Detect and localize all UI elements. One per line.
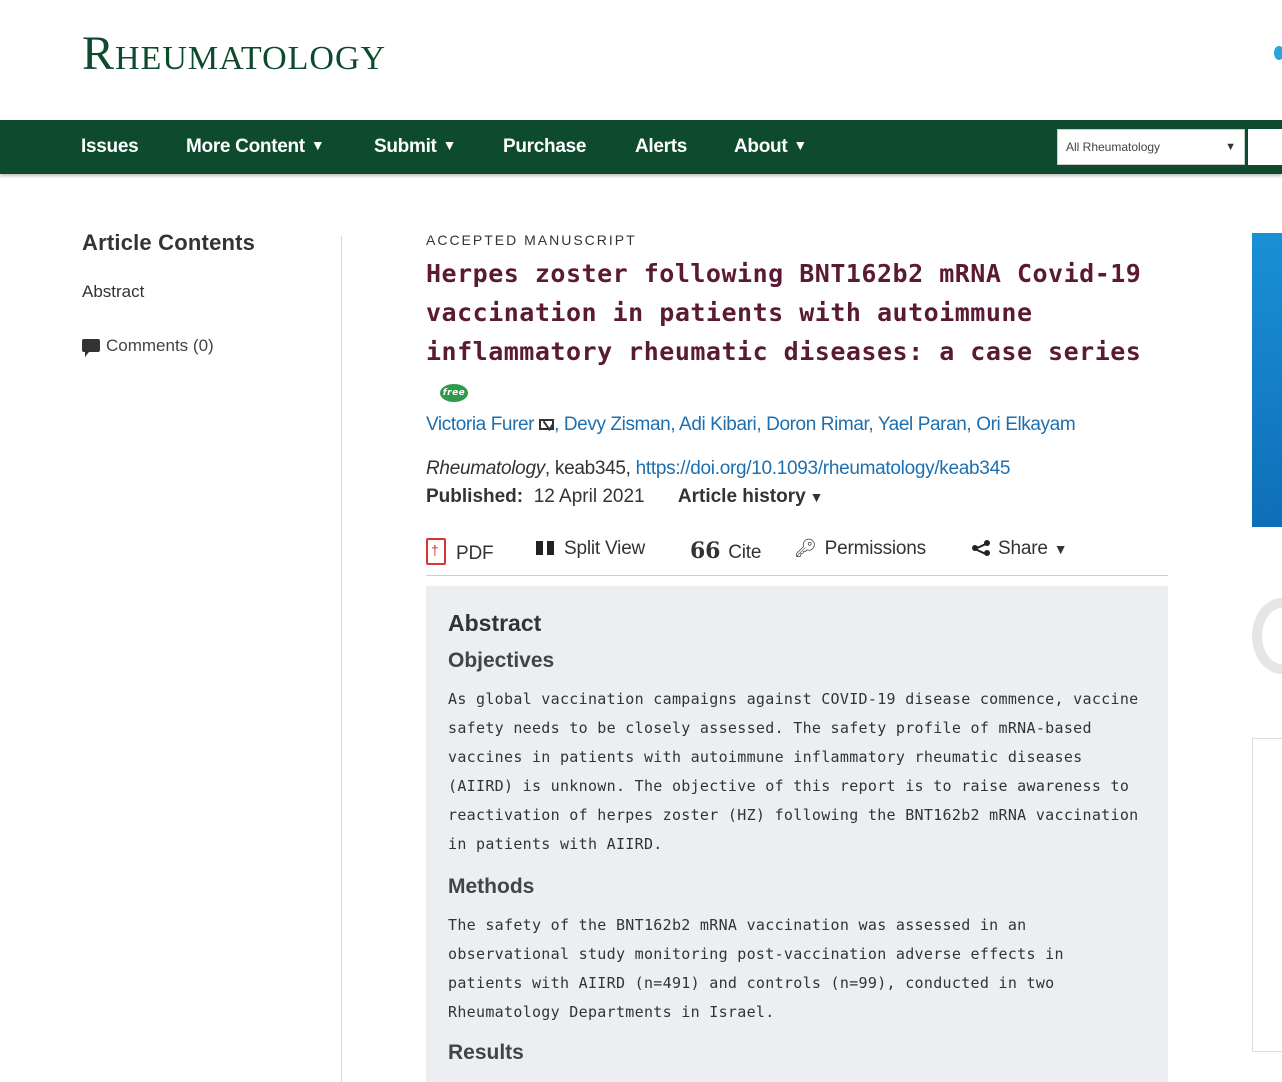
permissions-label: Permissions <box>824 538 926 559</box>
history-label: Article history <box>677 486 806 507</box>
free-access-icon: free <box>440 384 468 402</box>
sidebar-item-abstract[interactable]: Abstract <box>82 282 144 302</box>
results-heading: Results <box>448 1041 524 1064</box>
objectives-heading: Objectives <box>448 649 555 672</box>
cite-button[interactable]: 66 Cite <box>690 538 761 564</box>
pdf-button[interactable]: PDF <box>426 538 494 565</box>
nav-alerts[interactable]: Alerts <box>635 120 687 174</box>
mail-icon[interactable] <box>539 419 555 430</box>
publication-info: Published: 12 April 2021 Article history… <box>426 486 1171 508</box>
split-view-label: Split View <box>564 538 646 559</box>
objectives-text: As global vaccination campaigns against … <box>448 690 1139 853</box>
caret-down-icon: ▼ <box>809 489 824 505</box>
sidebar-title: Article Contents <box>82 230 256 255</box>
article-contents-sidebar: Article Contents Abstract Comments (0) <box>82 230 322 357</box>
published-date: 12 April 2021 <box>533 486 645 507</box>
nav-more-content[interactable]: More Content ▼ <box>186 120 325 174</box>
pdf-label: PDF <box>456 543 494 564</box>
nav-label: Submit <box>374 136 437 157</box>
author-link[interactable]: Ori Elkayam <box>976 414 1075 435</box>
article-id: , keab345, <box>544 458 636 479</box>
citation-line: Rheumatology, keab345, https://doi.org/1… <box>426 458 1171 480</box>
comments-label: Comments (0) <box>106 336 214 355</box>
advertisement-banner[interactable] <box>1252 233 1282 527</box>
permissions-button[interactable]: 🔑︎ Permissions <box>794 538 926 560</box>
abstract-title: Abstract <box>448 610 542 636</box>
sidebar-item-comments[interactable]: Comments (0) <box>82 336 214 357</box>
cite-label: Cite <box>728 542 762 563</box>
pdf-icon <box>426 538 446 565</box>
caret-down-icon: ▼ <box>1053 541 1068 557</box>
published-label: Published: <box>426 486 524 507</box>
methods-text: The safety of the BNT162b2 mRNA vaccinat… <box>448 916 1064 1021</box>
author-link[interactable]: Devy Zisman <box>564 414 671 435</box>
split-view-button[interactable]: Split View <box>536 538 645 560</box>
nav-label: About <box>734 136 788 157</box>
key-icon: 🔑︎ <box>794 538 817 558</box>
nav-about[interactable]: About ▼ <box>734 120 807 174</box>
share-icon <box>972 540 990 556</box>
caret-down-icon: ▼ <box>442 137 457 153</box>
author-list: Victoria Furer, Devy Zisman, Adi Kibari,… <box>426 414 1076 435</box>
share-button[interactable]: Share ▼ <box>972 538 1068 560</box>
abstract-section: Abstract Objectives As global vaccinatio… <box>426 586 1168 1082</box>
methods-heading: Methods <box>448 875 535 898</box>
search-scope-select[interactable]: All Rheumatology ▼ <box>1057 129 1245 165</box>
caret-down-icon: ▼ <box>793 137 807 153</box>
sidebar-divider <box>341 236 342 1082</box>
doi-link[interactable]: https://doi.org/10.1093/rheumatology/kea… <box>636 458 1011 479</box>
side-widget <box>1252 738 1282 1052</box>
author-link[interactable]: Yael Paran <box>878 414 967 435</box>
nav-submit[interactable]: Submit ▼ <box>374 120 456 174</box>
article-toolbar: PDF Split View 66 Cite 🔑︎ Permissions Shar… <box>426 534 1168 576</box>
main-nav: Issues More Content ▼ Submit ▼ Purchase Al… <box>0 120 1282 174</box>
header-decoration <box>1274 46 1282 60</box>
article-header: ACCEPTED MANUSCRIPT Herpes zoster follow… <box>426 232 1171 508</box>
article-title-text: Herpes zoster following BNT162b2 mRNA Co… <box>426 259 1142 366</box>
journal-name: Rheumatology <box>426 458 545 479</box>
site-header: Rheumatology <box>0 0 1282 120</box>
caret-down-icon: ▼ <box>310 137 325 153</box>
article-history-toggle[interactable]: Article history ▼ <box>678 486 824 507</box>
article-title: Herpes zoster following BNT162b2 mRNA Co… <box>426 254 1171 410</box>
share-label: Share <box>998 538 1048 559</box>
author-link[interactable]: Doron Rimar <box>766 414 869 435</box>
site-logo[interactable]: Rheumatology <box>82 28 386 80</box>
chevron-down-icon: ▼ <box>1225 141 1236 153</box>
nav-label: Issues <box>81 136 139 157</box>
split-view-icon <box>536 541 554 555</box>
manuscript-label: ACCEPTED MANUSCRIPT <box>426 232 637 248</box>
nav-label: Purchase <box>503 136 587 157</box>
nav-label: Alerts <box>635 136 688 157</box>
circle-widget-icon[interactable] <box>1252 598 1282 674</box>
author-link[interactable]: Victoria Furer <box>426 414 534 435</box>
search-input[interactable] <box>1248 129 1282 165</box>
nav-purchase[interactable]: Purchase <box>503 120 586 174</box>
author-link[interactable]: Adi Kibari <box>679 414 757 435</box>
quote-icon: 66 <box>690 538 721 564</box>
comment-icon <box>82 339 100 357</box>
search-scope-value: All Rheumatology <box>1066 140 1161 154</box>
nav-label: More Content <box>186 136 305 157</box>
nav-issues[interactable]: Issues <box>81 120 139 174</box>
